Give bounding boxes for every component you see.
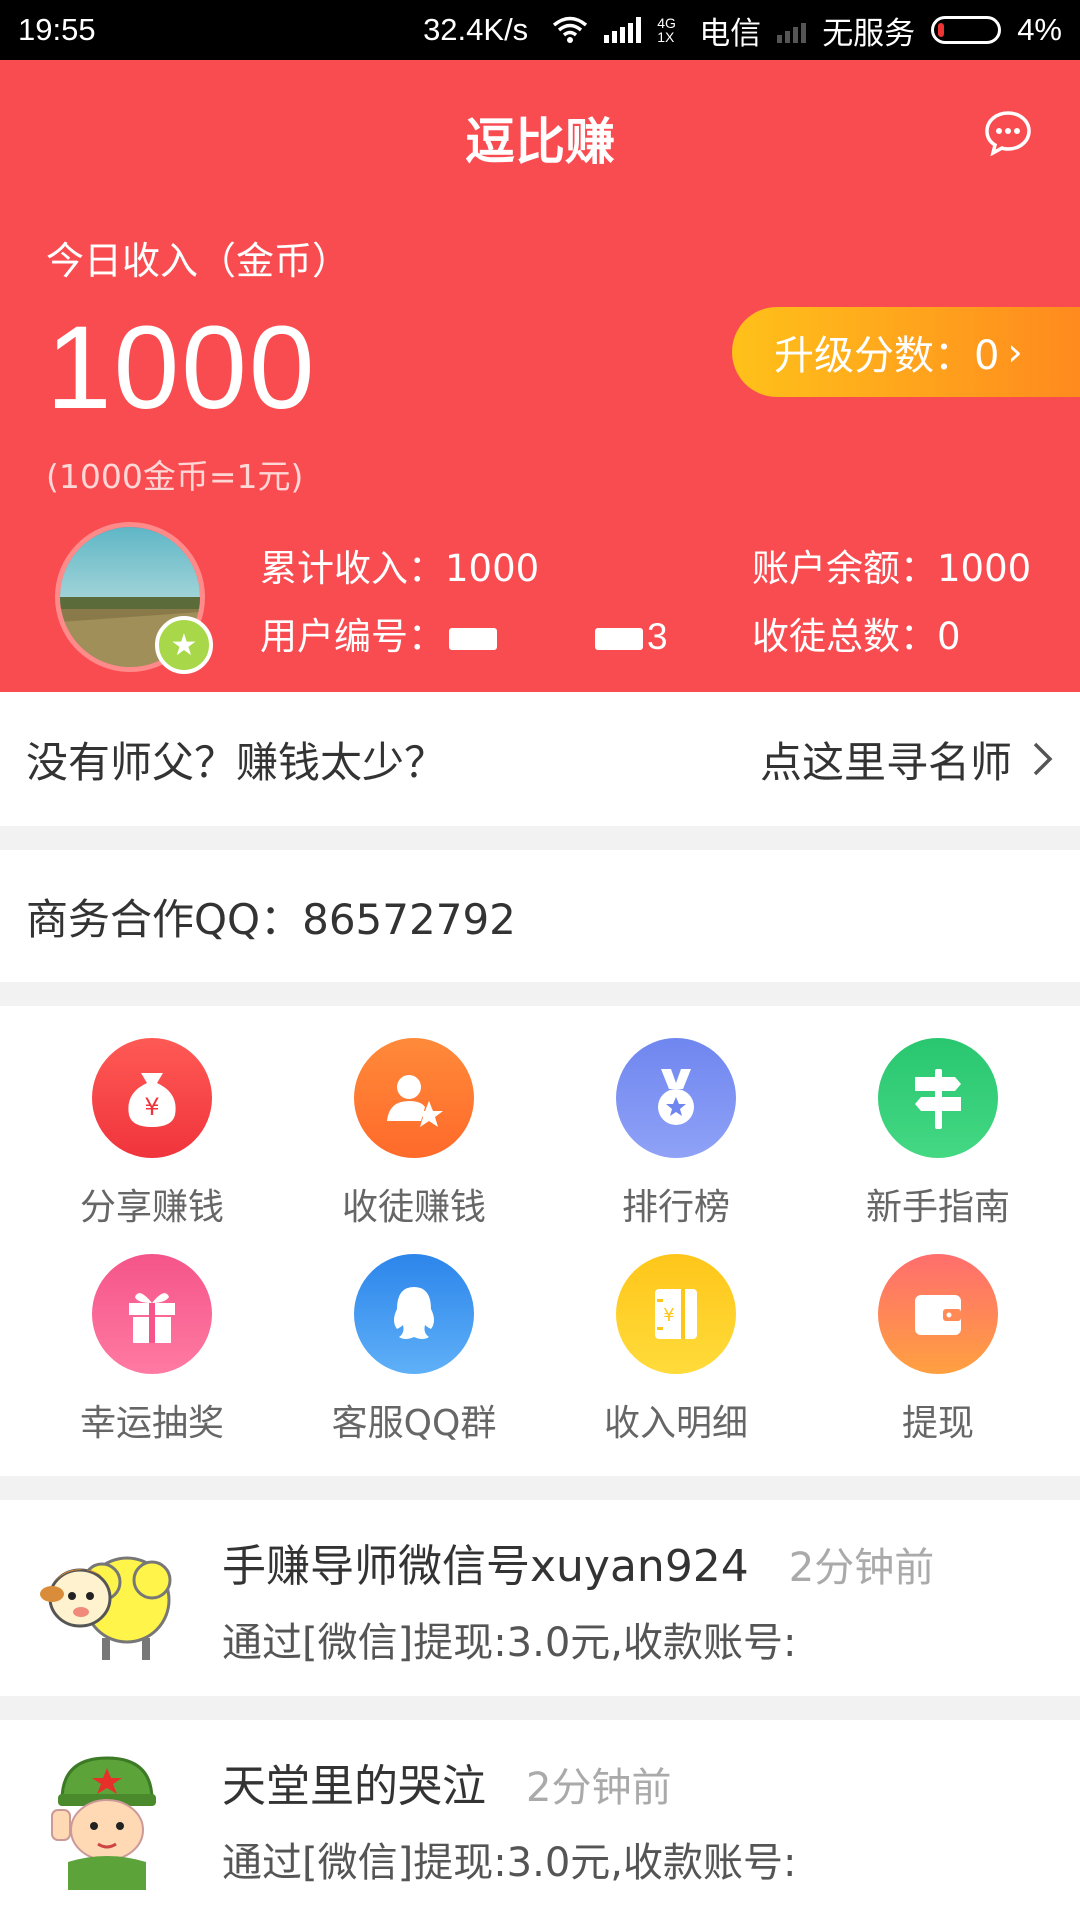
grid-label: 幸运抽奖 [79,1403,224,1444]
feed-item[interactable]: 手赚导师微信号xuyan924 2分钟前 通过[微信]提现:3.0元,收款账号: [0,1500,1080,1696]
feed-user-name: 手赚导师微信号xuyan924 [222,1541,749,1592]
svg-text:¥: ¥ [663,1305,674,1326]
feed-description: 通过[微信]提现:3.0元,收款账号: [222,1840,797,1886]
user-star-icon [354,1038,474,1158]
sheep-avatar-icon [40,1556,172,1660]
money-bag-icon: ¥ [92,1038,212,1158]
upgrade-score-button[interactable]: 升级分数：0 › [732,307,1080,397]
earnings-header: 逗比赚 今日收入（金币） 1000 (1000金币=1元) 升级分数：0 › ★… [0,60,1080,692]
feed-user-name: 天堂里的哭泣 [222,1761,486,1812]
network-type: 4G 1X [657,15,676,45]
find-mentor-link: 点这里寻名师 [759,737,1012,787]
signal-none-icon [777,17,807,43]
gift-icon [92,1254,212,1374]
wifi-icon [553,16,588,43]
business-qq-row: 商务合作QQ：86572792 [0,850,1080,982]
page-title: 逗比赚 [465,113,615,171]
mentor-prompt: 没有师父？赚钱太少？ [26,737,447,787]
total-income: 累计收入：1000 [260,547,540,590]
user-id: 用户编号： 3 [260,606,668,660]
business-qq-text: 商务合作QQ：86572792 [26,894,516,944]
battery-percent: 4% [1017,12,1062,47]
user-id-tail: 3 [647,616,668,657]
feed-item[interactable]: 天堂里的哭泣 2分钟前 通过[微信]提现:3.0元,收款账号: [0,1720,1080,1920]
feed-title: 天堂里的哭泣 2分钟前 [222,1750,671,1814]
qq-icon [354,1254,474,1374]
grid-label: 提现 [901,1403,974,1444]
today-income-value: 1000 [46,302,317,434]
chevron-right-icon: › [1007,330,1023,374]
grid-label: 收徒赚钱 [341,1187,486,1228]
grid-item-service-qq[interactable]: 客服QQ群 [283,1254,545,1446]
svg-text:¥: ¥ [144,1093,159,1121]
grid-item-leaderboard[interactable]: 排行榜 [545,1038,807,1230]
grid-item-recruit-earn[interactable]: 收徒赚钱 [283,1038,545,1230]
grid-item-income-detail[interactable]: ¥ 收入明细 [545,1254,807,1446]
signal-strength-icon [604,17,642,43]
chevron-right-icon [1033,742,1053,776]
no-service-label: 无服务 [822,15,916,51]
ledger-icon: ¥ [616,1254,736,1374]
feature-grid: ¥ 分享赚钱 收徒赚钱 排行榜 新手指南 幸运抽奖 客服QQ群 ¥ 收入明细 提… [0,1006,1080,1476]
grid-label: 新手指南 [865,1187,1010,1228]
grid-label: 收入明细 [603,1403,748,1444]
exchange-rate-note: (1000金币=1元) [46,457,304,496]
signpost-icon [878,1038,998,1158]
grid-label: 分享赚钱 [79,1187,224,1228]
today-income-label: 今日收入（金币） [46,239,351,283]
grid-item-lucky-draw[interactable]: 幸运抽奖 [21,1254,283,1446]
star-badge-icon: ★ [155,616,213,674]
account-balance: 账户余额：1000 [752,547,1032,590]
battery-icon [931,16,1002,44]
find-mentor-bar[interactable]: 没有师父？赚钱太少？ 点这里寻名师 [0,692,1080,826]
grid-label: 客服QQ群 [331,1403,497,1444]
grid-item-share-earn[interactable]: ¥ 分享赚钱 [21,1038,283,1230]
grid-item-guide[interactable]: 新手指南 [807,1038,1069,1230]
wallet-icon [878,1254,998,1374]
upgrade-score-label: 升级分数：0 [774,333,1000,379]
feed-time: 2分钟前 [526,1765,672,1811]
message-icon[interactable] [984,110,1032,156]
apprentice-total: 收徒总数：0 [752,615,961,658]
grid-item-withdraw[interactable]: 提现 [807,1254,1069,1446]
network-speed: 32.4K/s [423,12,529,47]
user-avatar[interactable]: ★ [55,522,213,674]
status-time: 19:55 [18,12,96,47]
medal-icon [616,1038,736,1158]
feed-time: 2分钟前 [788,1545,935,1591]
feed-description: 通过[微信]提现:3.0元,收款账号: [222,1620,797,1666]
grid-label: 排行榜 [621,1187,730,1228]
app-screen: 19:55 32.4K/s 4G 1X 电信 无服务 4% 逗比赚 今日收入（金… [0,0,1080,1920]
status-bar: 19:55 32.4K/s 4G 1X 电信 无服务 4% [0,0,1080,60]
soldier-avatar-icon [51,1756,156,1890]
feed-title: 手赚导师微信号xuyan924 2分钟前 [222,1530,934,1594]
user-id-label: 用户编号： [260,615,445,658]
carrier-name: 电信 [699,15,762,51]
